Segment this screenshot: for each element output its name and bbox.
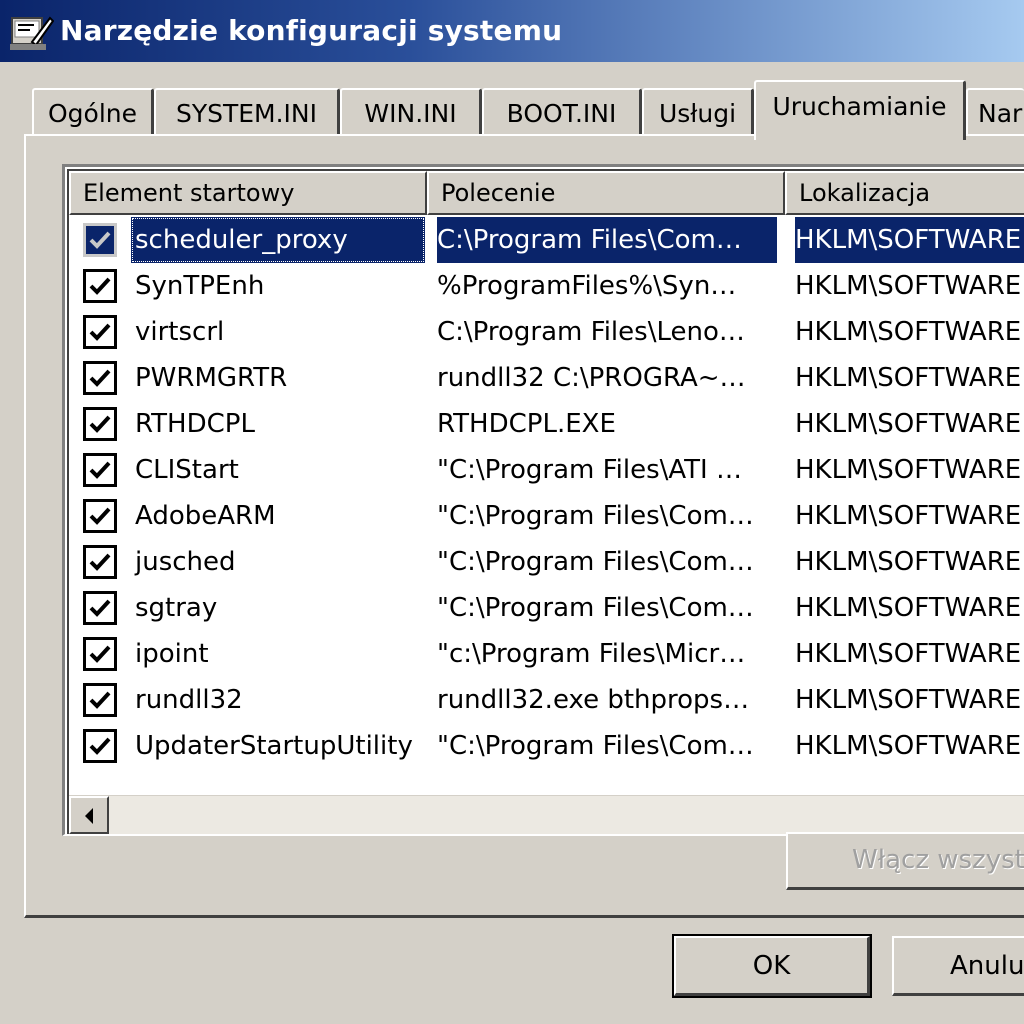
- startup-checkbox[interactable]: [83, 361, 117, 395]
- startup-item-location: HKLM\SOFTWARE: [795, 217, 1024, 263]
- startup-item-location: HKLM\SOFTWARE: [795, 639, 1022, 669]
- startup-checkbox[interactable]: [83, 453, 117, 487]
- startup-item-command: rundll32 C:\PROGRA~…: [437, 363, 746, 393]
- startup-item-command: C:\Program Files\Leno…: [437, 317, 745, 347]
- startup-item-command: rundll32.exe bthprops…: [437, 685, 750, 715]
- check-mark-icon: [89, 461, 111, 479]
- startup-item-command: C:\Program Files\Com…: [437, 217, 777, 263]
- startup-item-location: HKLM\SOFTWARE: [795, 547, 1022, 577]
- list-header: Element startowy Polecenie Lokalizacja: [69, 171, 1024, 215]
- startup-item-name: sgtray: [135, 593, 218, 623]
- startup-item-location: HKLM\SOFTWARE: [795, 409, 1022, 439]
- startup-item-name: PWRMGRTR: [135, 363, 288, 393]
- startup-checkbox[interactable]: [83, 683, 117, 717]
- startup-item-name: rundll32: [135, 685, 243, 715]
- list-rows: scheduler_proxy C:\Program Files\Com… HKLM…: [69, 217, 1024, 769]
- startup-item-command: "C:\Program Files\Com…: [437, 547, 754, 577]
- check-mark-icon: [89, 277, 111, 295]
- startup-item-location: HKLM\SOFTWARE: [795, 455, 1022, 485]
- check-mark-icon: [89, 599, 111, 617]
- column-location[interactable]: Lokalizacja: [785, 171, 1024, 215]
- startup-checkbox[interactable]: [83, 223, 117, 257]
- cancel-button[interactable]: Anulu: [892, 936, 1024, 996]
- startup-item-location: HKLM\SOFTWARE: [795, 363, 1022, 393]
- startup-item-command: "c:\Program Files\Micr…: [437, 639, 746, 669]
- startup-item-name: AdobeARM: [135, 501, 276, 531]
- enable-all-button[interactable]: Włącz wszyst: [786, 832, 1024, 890]
- tab-general[interactable]: Ogólne: [32, 88, 154, 136]
- check-mark-icon: [89, 507, 111, 525]
- check-mark-icon: [89, 691, 111, 709]
- tab-tools[interactable]: Nar: [966, 88, 1024, 136]
- startup-item-command: "C:\Program Files\Com…: [437, 593, 754, 623]
- startup-checkbox[interactable]: [83, 315, 117, 349]
- startup-checkbox[interactable]: [83, 591, 117, 625]
- horizontal-scrollbar[interactable]: [69, 795, 1024, 834]
- list-item[interactable]: jusched "C:\Program Files\Com… HKLM\SOFTWA…: [69, 539, 1024, 585]
- tab-startup[interactable]: Uruchamianie: [754, 80, 966, 140]
- check-mark-icon: [89, 415, 111, 433]
- list-item[interactable]: PWRMGRTR rundll32 C:\PROGRA~… HKLM\SOFTWAR…: [69, 355, 1024, 401]
- startup-item-command: %ProgramFiles%\Syn…: [437, 271, 737, 301]
- startup-list[interactable]: Element startowy Polecenie Lokalizacja s…: [62, 164, 1024, 836]
- app-icon: [10, 16, 54, 50]
- list-item[interactable]: scheduler_proxy C:\Program Files\Com… HKLM…: [69, 217, 1024, 263]
- startup-item-location: HKLM\SOFTWARE: [795, 317, 1022, 347]
- startup-checkbox[interactable]: [83, 637, 117, 671]
- startup-item-location: HKLM\SOFTWARE: [795, 685, 1022, 715]
- check-mark-icon: [89, 231, 111, 249]
- tab-system-ini[interactable]: SYSTEM.INI: [154, 88, 340, 136]
- list-item[interactable]: rundll32 rundll32.exe bthprops… HKLM\SOFTW…: [69, 677, 1024, 723]
- list-item[interactable]: CLIStart "C:\Program Files\ATI … HKLM\SOFT…: [69, 447, 1024, 493]
- list-item[interactable]: SynTPEnh %ProgramFiles%\Syn… HKLM\SOFTWARE: [69, 263, 1024, 309]
- ok-button[interactable]: OK: [672, 934, 872, 998]
- startup-item-location: HKLM\SOFTWARE: [795, 593, 1022, 623]
- startup-item-command: "C:\Program Files\Com…: [437, 501, 754, 531]
- tab-win-ini[interactable]: WIN.INI: [340, 88, 482, 136]
- startup-item-name: virtscrl: [135, 317, 225, 347]
- startup-item-name: ipoint: [135, 639, 209, 669]
- startup-panel: Element startowy Polecenie Lokalizacja s…: [24, 134, 1024, 918]
- startup-item-name: CLIStart: [135, 455, 239, 485]
- startup-item-location: HKLM\SOFTWARE: [795, 271, 1022, 301]
- scroll-left-button[interactable]: [69, 796, 109, 834]
- startup-item-location: HKLM\SOFTWARE: [795, 731, 1022, 761]
- check-mark-icon: [89, 645, 111, 663]
- startup-checkbox[interactable]: [83, 407, 117, 441]
- startup-item-location: HKLM\SOFTWARE: [795, 501, 1022, 531]
- list-item[interactable]: UpdaterStartupUtility "C:\Program Files\C…: [69, 723, 1024, 769]
- tab-services[interactable]: Usługi: [642, 88, 754, 136]
- list-item[interactable]: sgtray "C:\Program Files\Com… HKLM\SOFTWAR…: [69, 585, 1024, 631]
- startup-item-name: jusched: [135, 547, 236, 577]
- column-startup-item[interactable]: Element startowy: [69, 171, 427, 215]
- check-mark-icon: [89, 553, 111, 571]
- column-command[interactable]: Polecenie: [427, 171, 785, 215]
- startup-checkbox[interactable]: [83, 269, 117, 303]
- startup-item-command: RTHDCPL.EXE: [437, 409, 616, 439]
- arrow-left-icon: [85, 808, 93, 824]
- window-title: Narzędzie konfiguracji systemu: [60, 14, 563, 47]
- startup-item-name: UpdaterStartupUtility: [135, 731, 413, 761]
- startup-checkbox[interactable]: [83, 545, 117, 579]
- title-bar[interactable]: Narzędzie konfiguracji systemu: [0, 0, 1024, 62]
- tab-boot-ini[interactable]: BOOT.INI: [482, 88, 642, 136]
- tab-strip: Ogólne SYSTEM.INI WIN.INI BOOT.INI Usług…: [0, 62, 1024, 140]
- startup-item-command: "C:\Program Files\ATI …: [437, 455, 742, 485]
- list-item[interactable]: virtscrl C:\Program Files\Leno… HKLM\SOFTW…: [69, 309, 1024, 355]
- list-item[interactable]: ipoint "c:\Program Files\Micr… HKLM\SOFTWA…: [69, 631, 1024, 677]
- list-item[interactable]: AdobeARM "C:\Program Files\Com… HKLM\SOFTW…: [69, 493, 1024, 539]
- startup-checkbox[interactable]: [83, 499, 117, 533]
- startup-item-name: RTHDCPL: [135, 409, 255, 439]
- startup-item-name: scheduler_proxy: [131, 217, 425, 263]
- check-mark-icon: [89, 369, 111, 387]
- startup-item-command: "C:\Program Files\Com…: [437, 731, 754, 761]
- check-mark-icon: [89, 737, 111, 755]
- check-mark-icon: [89, 323, 111, 341]
- startup-item-name: SynTPEnh: [135, 271, 265, 301]
- startup-checkbox[interactable]: [83, 729, 117, 763]
- list-item[interactable]: RTHDCPL RTHDCPL.EXE HKLM\SOFTWARE: [69, 401, 1024, 447]
